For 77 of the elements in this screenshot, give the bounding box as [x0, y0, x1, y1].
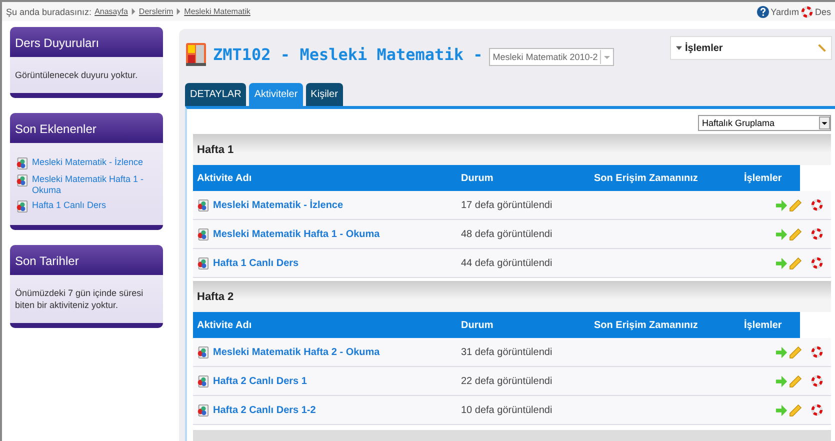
activity-icon	[196, 346, 209, 358]
column-header: Durum	[460, 320, 494, 330]
breadcrumb-label: Şu anda buradasınız:	[6, 6, 92, 16]
activity-icon	[196, 404, 209, 416]
column-header: Aktivite Adı	[196, 320, 253, 330]
week-title: Hafta 1	[197, 144, 234, 156]
arrow-right-icon[interactable]	[775, 228, 788, 240]
activity-icon	[196, 374, 209, 388]
column-header: Durum	[460, 172, 494, 184]
book-icon	[185, 41, 207, 67]
tab[interactable]: DETAYLAR	[185, 83, 246, 106]
panel-text: Görüntülenecek duyuru yoktur.	[15, 69, 139, 81]
status-cell-text: 44 defa görüntülendi	[460, 258, 554, 268]
actions-menu[interactable]: İşlemler	[670, 36, 832, 60]
activity-link[interactable]: Mesleki Matematik Hafta 1 - Okuma	[213, 228, 380, 240]
panel-title: Ders Duyuruları	[15, 36, 100, 50]
lifebuoy-icon[interactable]	[811, 199, 823, 211]
arrow-right-icon[interactable]	[775, 346, 788, 358]
activity-icon	[15, 174, 28, 187]
activity-icon	[196, 256, 209, 270]
week-title: Hafta 2	[197, 290, 234, 302]
tab[interactable]: Kişiler	[306, 83, 343, 106]
arrow-right-icon[interactable]	[775, 198, 788, 212]
status-cell-text: 48 defa görüntülendi	[460, 228, 554, 240]
activity-icon	[15, 157, 28, 170]
recent-item-link[interactable]: Mesleki Matematik Hafta 1 - Okuma	[32, 174, 158, 196]
recent-item-link[interactable]: Hafta 1 Canlı Ders	[32, 200, 106, 211]
dropdown-arrow-icon	[600, 50, 613, 64]
separator-icon	[130, 8, 136, 15]
help-icon[interactable]	[756, 6, 769, 18]
breadcrumb-link[interactable]: Mesleki Matematik	[184, 7, 250, 16]
pencil-icon[interactable]	[789, 404, 802, 416]
separator-icon	[176, 8, 182, 15]
activity-link[interactable]: Hafta 1 Canlı Ders	[213, 258, 299, 268]
pencil-icon[interactable]	[789, 228, 802, 240]
activity-icon	[15, 200, 28, 213]
course-title: ZMT102 - Mesleki Matematik -	[213, 44, 483, 64]
pencil-icon[interactable]	[789, 346, 802, 358]
panel-title: Son Tarihler	[15, 254, 79, 268]
pencil-icon[interactable]	[789, 374, 802, 388]
activity-link[interactable]: Mesleki Matematik Hafta 2 - Okuma	[213, 346, 380, 358]
lifebuoy-icon[interactable]	[811, 257, 823, 269]
activity-icon	[196, 228, 209, 240]
lifebuoy-icon[interactable]	[811, 346, 823, 358]
caret-icon	[676, 46, 682, 50]
tab[interactable]: Aktiviteler	[249, 83, 303, 106]
activity-link[interactable]: Hafta 2 Canlı Ders 1	[213, 376, 307, 386]
status-cell-text: 17 defa görüntülendi	[460, 200, 554, 210]
activity-icon	[196, 198, 209, 212]
lifebuoy-icon[interactable]	[811, 404, 823, 416]
lifebuoy-icon[interactable]	[800, 6, 813, 18]
status-cell-text: 10 defa görüntülendi	[460, 404, 554, 416]
column-header: İşlemler	[743, 172, 783, 184]
grouping-select[interactable]: Haftalık Gruplama	[698, 115, 831, 131]
activity-link[interactable]: Mesleki Matematik - İzlence	[213, 200, 344, 210]
column-header: Son Erişim Zamanınız	[593, 320, 699, 330]
pencil-icon[interactable]	[789, 198, 802, 212]
lifebuoy-icon[interactable]	[811, 228, 823, 240]
activity-link[interactable]: Hafta 2 Canlı Ders 1-2	[213, 404, 316, 416]
panel-title: Son Eklenenler	[15, 122, 96, 136]
status-cell-text: 22 defa görüntülendi	[460, 376, 554, 386]
breadcrumb-link[interactable]: Derslerim	[138, 7, 174, 16]
column-header: İşlemler	[743, 320, 783, 330]
top-link[interactable]: Des	[814, 6, 831, 16]
recent-item-link[interactable]: Mesleki Matematik - İzlence	[32, 157, 144, 168]
term-select[interactable]: Mesleki Matematik 2010-2	[488, 48, 614, 66]
top-link[interactable]: Yardım	[770, 6, 799, 16]
status-cell-text: 31 defa görüntülendi	[460, 346, 554, 358]
arrow-right-icon[interactable]	[775, 374, 788, 388]
column-header: Aktivite Adı	[196, 172, 253, 184]
arrow-right-icon[interactable]	[775, 256, 788, 270]
column-header: Son Erişim Zamanınız	[593, 172, 699, 184]
arrow-right-icon[interactable]	[775, 404, 788, 416]
breadcrumb-link[interactable]: Anasayfa	[94, 7, 128, 16]
lifebuoy-icon[interactable]	[811, 375, 823, 387]
pencil-icon[interactable]	[789, 256, 802, 270]
panel-text: Önümüzdeki 7 gün içinde süresi biten bir aktiviteniz yoktur.	[15, 287, 144, 311]
